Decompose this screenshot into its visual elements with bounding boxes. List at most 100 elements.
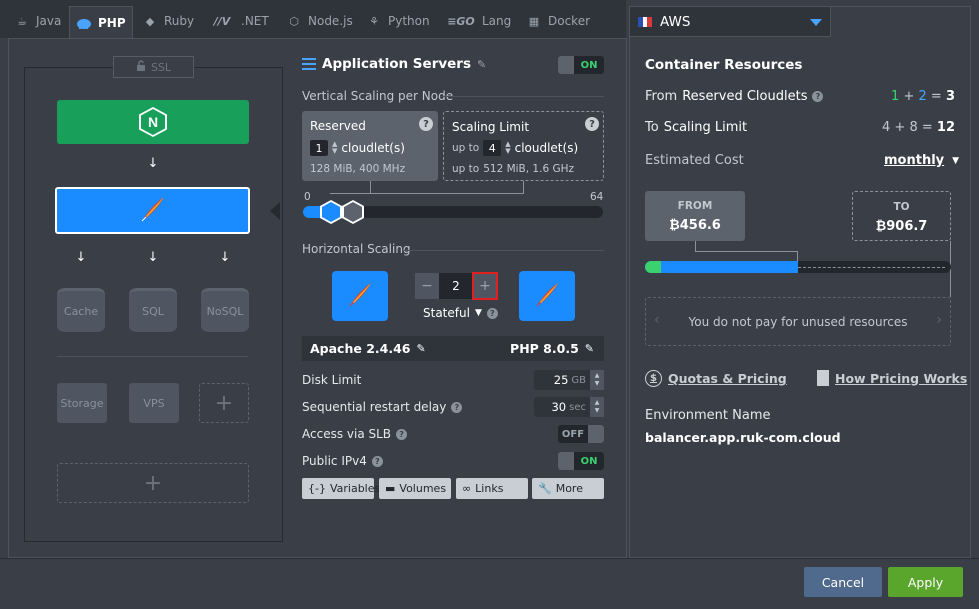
tab-php[interactable]: PHP [69,6,133,38]
ipv4-toggle[interactable]: ON [558,452,604,470]
cost-period-dropdown[interactable]: monthly ▼ [884,153,959,168]
load-balancer-node[interactable]: N [57,100,249,144]
more-button[interactable]: 🔧 More [532,478,604,499]
tab-python[interactable]: ⚘ Python [360,6,436,36]
tab-java[interactable]: ☕ Java [8,6,67,36]
edit-icon[interactable]: ✎ [477,58,486,71]
arrow-down-icon: ↓ [147,156,159,171]
menu-icon[interactable] [302,58,316,70]
tab-nodejs[interactable]: ⬡ Node.js [280,6,359,36]
variables-button[interactable]: {-} Variables [302,478,380,499]
tab-lang[interactable]: ≡GO Lang [440,6,517,36]
add-layer-button[interactable]: + [57,463,249,503]
scaling-mode-dropdown[interactable]: Stateful ▼ ? [423,306,498,320]
cost-range-fill [645,261,798,273]
engine-tabs: ☕ Java PHP ◆ Ruby //V .NET ⬡ Node.js ⚘ Python… [0,0,626,38]
help-icon[interactable]: ? [371,455,383,467]
node-count-value[interactable]: 2 [439,273,473,299]
tab-ruby[interactable]: ◆ Ruby [136,6,200,36]
slb-toggle[interactable]: OFF [558,425,604,443]
chevron-down-icon [810,19,822,26]
help-icon[interactable]: ? [451,401,463,413]
max-cost-card: TO ₿906.7 [852,191,951,241]
volumes-button[interactable]: ▬ Volumes [379,478,451,499]
tab-dotnet[interactable]: //V .NET [203,6,275,36]
spinner-arrows-icon[interactable]: ▲ ▼ [332,141,337,155]
docker-icon: ▦ [528,14,540,28]
decrease-nodes-button[interactable]: − [415,273,439,299]
scaling-limit-row: To Scaling Limit [645,120,748,135]
spinner-arrows-icon[interactable]: ▲ ▼ [590,370,604,390]
chevron-left-icon[interactable]: ‹ [654,312,660,328]
pricing-info-carousel: ‹ You do not pay for unused resources › [645,297,951,346]
scaling-limit-total: 4 + 8 = 12 [882,120,955,135]
dotnet-icon: //V [213,14,231,28]
estimated-cost-label: Estimated Cost [645,153,744,168]
folder-icon: ▬ [385,482,396,495]
reserved-cost-fill [645,261,661,273]
wrench-icon: 🔧 [538,482,552,495]
slider-min-label: 0 [304,191,311,203]
nosql-node-slot[interactable]: NoSQL [201,288,249,332]
plus-icon: + [214,390,234,416]
cache-node-slot[interactable]: Cache [57,288,105,332]
python-icon: ⚘ [369,14,379,28]
disk-limit-label: Disk Limit [302,373,362,387]
spinner-arrows-icon[interactable]: ▲ ▼ [505,141,510,155]
server-version-selector[interactable]: Apache 2.4.46 ✎ [310,341,426,356]
apache-feather-icon [345,280,375,313]
flag-icon [638,16,653,27]
environment-name-value: balancer.app.ruk-com.cloud [645,430,841,445]
arrow-down-icon: ↓ [75,250,87,265]
sql-node-slot[interactable]: SQL [129,288,177,332]
resources-title: Container Resources [645,57,803,73]
increase-nodes-button[interactable]: + [472,272,498,300]
reserved-cloudlets-input[interactable]: 1 [310,140,328,156]
engine-version-selector[interactable]: PHP 8.0.5 ✎ [510,341,594,356]
vps-node-slot[interactable]: VPS [129,383,179,423]
lock-icon [136,60,146,74]
ssl-toggle[interactable]: SSL [113,56,194,78]
reserved-cloudlets-row: From Reserved Cloudlets ? [645,89,824,104]
min-cost-card: FROM ₿456.6 [645,191,745,241]
edit-icon: ✎ [416,342,426,355]
help-icon[interactable]: ? [419,117,433,131]
reserved-card: Reserved ? 1 ▲ ▼ cloudlet(s) 128 MiB, 400… [302,111,438,181]
tab-docker[interactable]: ▦ Docker [520,6,596,36]
application-server-node[interactable] [55,187,250,234]
help-icon[interactable]: ? [486,307,498,319]
quotas-pricing-link[interactable]: $ Quotas & Pricing [645,370,787,387]
braces-icon: {-} [308,482,326,495]
selection-pointer [270,202,280,220]
go-icon: ≡GO [447,14,475,28]
slider-max-label: 64 [590,191,604,203]
region-selector[interactable]: AWS [629,6,831,37]
chevron-down-icon: ▼ [474,308,482,318]
links-button[interactable]: ∞ Links [456,478,528,499]
document-icon [817,370,829,386]
chevron-right-icon[interactable]: › [936,312,942,328]
help-icon[interactable]: ? [812,91,824,102]
slb-label: Access via SLB? [302,427,408,441]
reserved-cloudlets-total: 1 + 2 = 3 [891,89,955,104]
restart-delay-label: Sequential restart delay? [302,400,463,414]
restart-delay-input[interactable]: 30 sec ▲ ▼ [534,397,604,417]
storage-node-slot[interactable]: Storage [57,383,107,423]
cancel-button[interactable]: Cancel [804,567,882,597]
layer-title: Application Servers ✎ [302,56,486,72]
java-icon: ☕ [17,14,27,28]
version-bar: Apache 2.4.46 ✎ PHP 8.0.5 ✎ [302,336,604,361]
spinner-arrows-icon[interactable]: ▲ ▼ [590,397,604,417]
scaling-limit-input[interactable]: 4 [483,140,502,156]
ruby-icon: ◆ [145,14,155,28]
layer-toggle[interactable]: ON [558,56,604,74]
edit-icon: ✎ [584,342,594,355]
add-node-button[interactable]: + [199,383,249,423]
disk-limit-input[interactable]: 25 GB ▲ ▼ [534,370,604,390]
how-pricing-works-link[interactable]: How Pricing Works [817,370,967,386]
help-icon[interactable]: ? [396,428,408,440]
apply-button[interactable]: Apply [888,567,963,597]
cost-range-bar [645,261,951,273]
nodejs-icon: ⬡ [289,14,299,28]
help-icon[interactable]: ? [585,117,599,131]
